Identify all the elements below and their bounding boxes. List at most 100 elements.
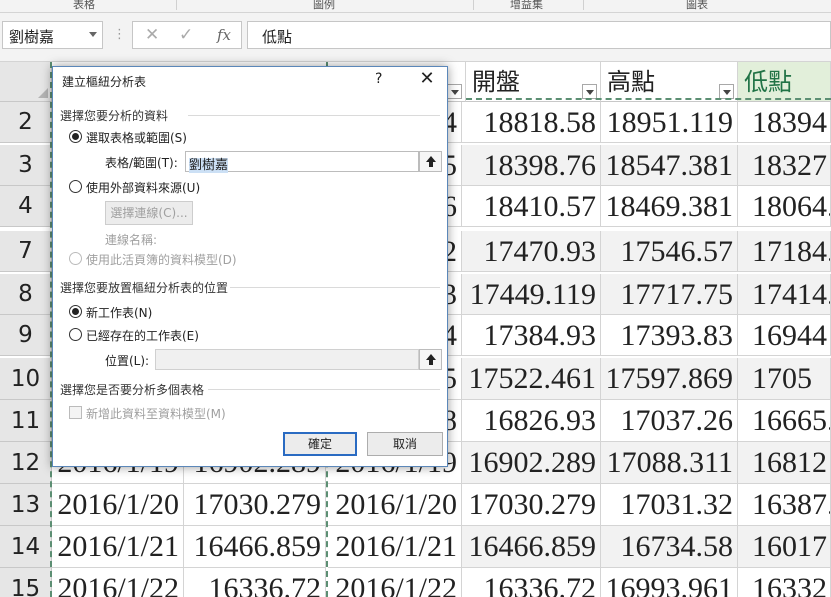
- table-cell[interactable]: 17030.279: [462, 484, 601, 526]
- radio-select-table[interactable]: [69, 130, 82, 143]
- row-header[interactable]: 14: [0, 526, 52, 568]
- table-cell[interactable]: 16332: [738, 568, 831, 597]
- table-cell[interactable]: 16336.72: [184, 568, 326, 597]
- table-cell[interactable]: 16734.58: [601, 526, 738, 568]
- table-cell[interactable]: 17449.119: [462, 274, 601, 315]
- cancel-button[interactable]: 取消: [367, 432, 443, 456]
- label-add-to-data-model[interactable]: 新增此資料至資料模型(M): [86, 405, 226, 422]
- table-cell[interactable]: 16902.289: [462, 442, 601, 484]
- formula-bar: 劉樹嘉 ⋮ ✕ ✓ fx 低點: [0, 13, 831, 62]
- table-cell[interactable]: 16336.72: [462, 568, 601, 597]
- table-cell[interactable]: 17384.93: [462, 315, 601, 356]
- table-cell[interactable]: 17184.7: [738, 231, 831, 272]
- table-cell[interactable]: 17088.311: [601, 442, 738, 484]
- row-header[interactable]: 13: [0, 484, 52, 526]
- row-header[interactable]: 3: [0, 145, 52, 186]
- table-cell[interactable]: 2016/1/20: [52, 484, 184, 526]
- radio-new-worksheet[interactable]: [69, 305, 82, 318]
- table-cell[interactable]: 17393.83: [601, 315, 738, 356]
- create-pivottable-dialog: 建立樞紐分析表 ? ✕ 選擇您要分析的資料 選取表格或範圍(S) 表格/範圍(T…: [52, 66, 448, 467]
- table-cell[interactable]: 16466.859: [462, 526, 601, 568]
- table-cell[interactable]: 17717.75: [601, 274, 738, 315]
- row-header[interactable]: 10: [0, 358, 52, 400]
- row-header[interactable]: 8: [0, 274, 52, 315]
- name-box-value: 劉樹嘉: [9, 28, 55, 46]
- table-cell[interactable]: 17597.869: [601, 358, 738, 400]
- filter-dropdown-icon[interactable]: [447, 84, 462, 99]
- more-icon[interactable]: ⋮: [113, 27, 126, 42]
- table-cell[interactable]: 16665.: [738, 400, 831, 442]
- location-input[interactable]: [155, 349, 419, 370]
- table-cell[interactable]: 17546.57: [601, 231, 738, 272]
- label-select-table[interactable]: 選取表格或範圍(S): [86, 129, 187, 146]
- column-header-high: 高點: [601, 62, 738, 102]
- table-cell[interactable]: 18469.381: [601, 186, 738, 227]
- table-cell[interactable]: 18547.381: [601, 145, 738, 186]
- table-cell[interactable]: 18398.76: [462, 145, 601, 186]
- formula-input[interactable]: 低點: [247, 21, 831, 49]
- label-new-worksheet[interactable]: 新工作表(N): [86, 304, 152, 321]
- table-cell[interactable]: 18410.57: [462, 186, 601, 227]
- insert-function-icon[interactable]: fx: [217, 26, 231, 44]
- checkbox-add-to-data-model[interactable]: [69, 406, 82, 419]
- enter-icon[interactable]: ✓: [179, 25, 193, 45]
- table-cell[interactable]: 17030.279: [184, 484, 326, 526]
- table-cell[interactable]: 17031.32: [601, 484, 738, 526]
- divider: [188, 115, 440, 116]
- table-cell[interactable]: 16017: [738, 526, 831, 568]
- table-cell[interactable]: 16387.: [738, 484, 831, 526]
- chevron-down-icon[interactable]: [89, 32, 97, 37]
- table-cell[interactable]: 18064.1: [738, 186, 831, 227]
- ok-button[interactable]: 確定: [283, 432, 357, 456]
- table-cell[interactable]: 2016/1/21: [52, 526, 184, 568]
- row-header[interactable]: 9: [0, 315, 52, 356]
- radio-data-model[interactable]: [69, 252, 82, 265]
- radio-external-source[interactable]: [69, 180, 82, 193]
- close-icon[interactable]: ✕: [417, 70, 437, 90]
- table-cell[interactable]: 16944: [738, 315, 831, 356]
- table-cell[interactable]: 16466.859: [184, 526, 326, 568]
- column-header-open: 開盤: [466, 62, 601, 102]
- row-header[interactable]: 15: [0, 568, 52, 597]
- table-cell[interactable]: 18327: [738, 145, 831, 186]
- row-header[interactable]: 4: [0, 186, 52, 227]
- table-cell[interactable]: 16826.93: [462, 400, 601, 442]
- cancel-icon[interactable]: ✕: [145, 25, 159, 45]
- table-cell[interactable]: 1705: [738, 358, 831, 400]
- filter-dropdown-icon[interactable]: [719, 84, 734, 99]
- table-cell[interactable]: 17470.93: [462, 231, 601, 272]
- select-all-corner[interactable]: [0, 62, 52, 102]
- label-external-source[interactable]: 使用外部資料來源(U): [86, 179, 200, 196]
- table-cell[interactable]: 2016/1/22: [52, 568, 184, 597]
- table-cell[interactable]: 2016/1/21: [328, 526, 462, 568]
- table-cell[interactable]: 18818.58: [462, 102, 601, 143]
- table-cell[interactable]: 18951.119: [601, 102, 738, 143]
- dialog-title: 建立樞紐分析表: [62, 75, 147, 89]
- header-high-label: 高點: [607, 68, 655, 96]
- table-cell[interactable]: 2016/1/22: [328, 568, 462, 597]
- label-data-model[interactable]: 使用此活頁簿的資料模型(D): [86, 251, 237, 268]
- section-choose-data-label: 選擇您要分析的資料: [60, 109, 169, 123]
- row-header[interactable]: 7: [0, 231, 52, 272]
- filter-dropdown-icon[interactable]: [582, 84, 597, 99]
- table-cell[interactable]: 2016/1/20: [328, 484, 462, 526]
- collapse-dialog-icon[interactable]: [419, 349, 442, 370]
- ribbon-separator: [473, 0, 474, 10]
- header-open-label: 開盤: [472, 68, 520, 96]
- choose-connection-button[interactable]: 選擇連線(C)...: [105, 201, 193, 225]
- table-cell[interactable]: 17414.1: [738, 274, 831, 315]
- table-cell[interactable]: 18394: [738, 102, 831, 143]
- collapse-dialog-icon[interactable]: [419, 151, 442, 172]
- row-header[interactable]: 12: [0, 442, 52, 484]
- table-cell[interactable]: 17522.461: [462, 358, 601, 400]
- row-header[interactable]: 11: [0, 400, 52, 442]
- name-box[interactable]: 劉樹嘉: [2, 21, 103, 49]
- help-icon[interactable]: ?: [375, 71, 382, 87]
- table-cell[interactable]: 16812: [738, 442, 831, 484]
- table-cell[interactable]: 17037.26: [601, 400, 738, 442]
- row-header[interactable]: 2: [0, 102, 52, 143]
- label-existing-worksheet[interactable]: 已經存在的工作表(E): [86, 327, 199, 344]
- table-range-input[interactable]: 劉樹嘉: [185, 151, 419, 173]
- radio-existing-worksheet[interactable]: [69, 328, 82, 341]
- table-cell[interactable]: 16993.961: [601, 568, 738, 597]
